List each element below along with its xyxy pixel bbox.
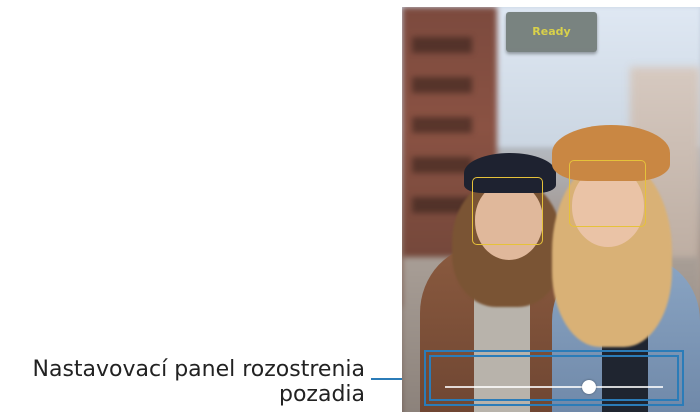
callout-label: Nastavovací panel rozostrenia pozadia (33, 357, 365, 407)
background-windows (412, 37, 472, 217)
callout-label-line2: pozadia (278, 382, 365, 407)
ready-button[interactable]: Ready (506, 12, 597, 52)
blur-slider-track[interactable] (445, 380, 663, 394)
face-detection-frame (472, 177, 543, 245)
blur-panel-highlight (429, 355, 679, 401)
illustration: Nastavovací panel rozostrenia pozadia Re… (0, 0, 700, 412)
face-detection-frame (569, 160, 646, 227)
background-blur-adjustment-panel (424, 350, 684, 406)
blur-slider-thumb[interactable] (581, 380, 596, 394)
callout-label-line1: Nastavovací panel rozostrenia (32, 357, 365, 382)
